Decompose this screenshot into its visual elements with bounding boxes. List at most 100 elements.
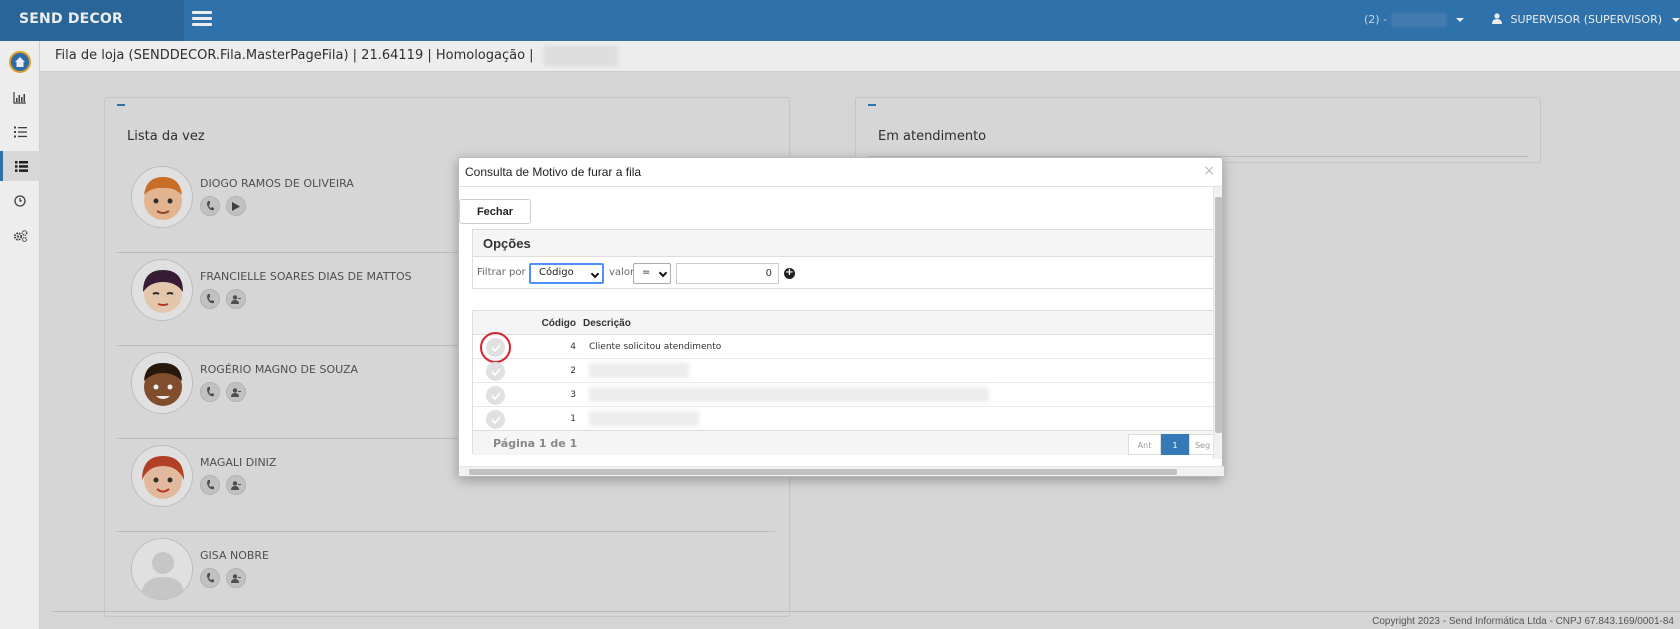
phone-icon (207, 294, 214, 304)
scrollbar-thumb[interactable] (1215, 197, 1222, 433)
operator-select[interactable]: = (633, 263, 671, 284)
user-action-button[interactable] (226, 382, 246, 402)
user-plus-icon (231, 480, 241, 490)
column-header-description[interactable]: Descrição (583, 318, 631, 329)
page-info: Página 1 de 1 (493, 437, 578, 450)
list-ol-icon (13, 126, 27, 138)
collapse-icon[interactable] (117, 104, 125, 106)
row-description: Cliente solicitou atendimento (589, 342, 722, 352)
user-icon (1492, 13, 1502, 24)
call-button[interactable] (200, 289, 220, 309)
reason-lookup-modal: Consulta de Motivo de furar a fila × Fec… (458, 157, 1224, 477)
scrollbar-thumb[interactable] (469, 469, 1177, 475)
top-navbar: SEND DECOR (2) - SUPERVISOR (SUPERVISOR) (0, 0, 1680, 41)
row-code: 4 (570, 342, 576, 352)
table-header: Código Descrição (473, 311, 1215, 335)
phone-icon (207, 387, 214, 397)
avatar (131, 259, 193, 321)
phone-icon (207, 201, 214, 211)
sidebar-item-queue[interactable] (0, 151, 40, 181)
check-icon (490, 391, 501, 400)
sidebar-item-dashboard[interactable] (0, 83, 40, 113)
store-selector[interactable]: (2) - (1364, 13, 1465, 27)
options-title: Opções (473, 230, 1213, 257)
page-1-button[interactable]: 1 (1161, 434, 1189, 455)
call-button[interactable] (200, 196, 220, 216)
filter-field-select[interactable]: Código (529, 263, 604, 284)
avatar (131, 352, 193, 414)
chevron-down-icon (1456, 18, 1465, 22)
user-action-button[interactable] (226, 289, 246, 309)
select-row-button[interactable] (480, 332, 511, 363)
add-filter-icon[interactable]: + (784, 268, 795, 279)
user-label: SUPERVISOR (SUPERVISOR) (1510, 13, 1663, 26)
chevron-down-icon (1671, 18, 1680, 22)
list-icon (15, 160, 28, 172)
user-plus-icon (231, 573, 241, 583)
phone-icon (207, 480, 214, 490)
table-row[interactable]: 1 (473, 407, 1215, 431)
user-plus-icon (231, 387, 241, 397)
row-code: 3 (570, 390, 576, 400)
next-page-button[interactable]: Seg (1189, 434, 1215, 455)
footer-divider (52, 611, 1680, 612)
check-icon (490, 367, 501, 376)
filter-value-input[interactable]: 0 (676, 263, 779, 284)
brand-title[interactable]: SEND DECOR (0, 0, 184, 41)
sidebar-item-settings[interactable] (0, 221, 40, 251)
user-action-button[interactable] (226, 475, 246, 495)
user-action-button[interactable] (226, 568, 246, 588)
store-label: (2) - (1364, 13, 1388, 26)
table-row[interactable]: 3 (473, 383, 1215, 407)
results-table: Código Descrição 4 Cliente solicitou ate… (472, 310, 1215, 455)
breadcrumb-redacted (544, 46, 618, 66)
value-label: valor (609, 267, 635, 278)
user-menu[interactable]: SUPERVISOR (SUPERVISOR) (1492, 13, 1680, 26)
copyright: Copyright 2023 - Send Informática Ltda -… (1372, 616, 1674, 627)
column-header-code[interactable]: Código (533, 318, 576, 329)
call-button[interactable] (200, 475, 220, 495)
close-button[interactable]: Fechar (459, 199, 531, 224)
breadcrumb: Fila de loja (SENDDECOR.Fila.MasterPageF… (55, 48, 534, 63)
in-service-panel: Em atendimento (855, 97, 1541, 163)
call-button[interactable] (200, 382, 220, 402)
bar-chart-icon (13, 92, 26, 104)
select-row-button[interactable] (486, 410, 505, 429)
sidebar-item-ordered-list[interactable] (0, 117, 40, 147)
queue-item-name: ROGÉRIO MAGNO DE SOUZA (200, 363, 359, 376)
store-name-redacted (1390, 13, 1447, 27)
user-plus-icon (231, 294, 241, 304)
pagination: Ant 1 Seg (1128, 434, 1215, 455)
select-row-button[interactable] (486, 386, 505, 405)
call-button[interactable] (200, 568, 220, 588)
sidebar-item-home[interactable] (0, 45, 40, 79)
row-code: 1 (570, 414, 576, 424)
in-service-panel-title: Em atendimento (878, 129, 987, 144)
start-attendance-button[interactable] (226, 196, 246, 216)
sidebar (0, 41, 40, 629)
collapse-icon[interactable] (868, 104, 876, 106)
prev-page-button[interactable]: Ant (1128, 434, 1161, 455)
filter-field-value: Código (539, 267, 574, 278)
menu-toggle-icon[interactable] (192, 11, 212, 27)
options-panel: Opções Filtrar por Código valor = 0 + (472, 229, 1214, 289)
select-row-button[interactable] (486, 362, 505, 381)
chevron-down-icon (590, 269, 600, 279)
vertical-scrollbar[interactable] (1213, 187, 1222, 459)
filter-label: Filtrar por (477, 267, 526, 278)
operator-value: = (642, 267, 651, 278)
home-logo-icon (9, 51, 31, 73)
clock-icon (14, 195, 26, 207)
horizontal-scrollbar[interactable] (459, 466, 1224, 476)
row-description-redacted (589, 411, 699, 426)
phone-icon (207, 573, 214, 583)
close-icon[interactable]: × (1203, 163, 1215, 179)
divider (459, 186, 1222, 187)
breadcrumb-bar: Fila de loja (SENDDECOR.Fila.MasterPageF… (40, 41, 1680, 72)
modal-title: Consulta de Motivo de furar a fila (465, 165, 642, 179)
sidebar-item-history[interactable] (0, 186, 40, 216)
queue-panel-title: Lista da vez (127, 129, 205, 144)
table-row[interactable]: 4 Cliente solicitou atendimento (473, 332, 1215, 363)
table-row[interactable]: 2 (473, 359, 1215, 383)
check-icon (490, 343, 501, 352)
